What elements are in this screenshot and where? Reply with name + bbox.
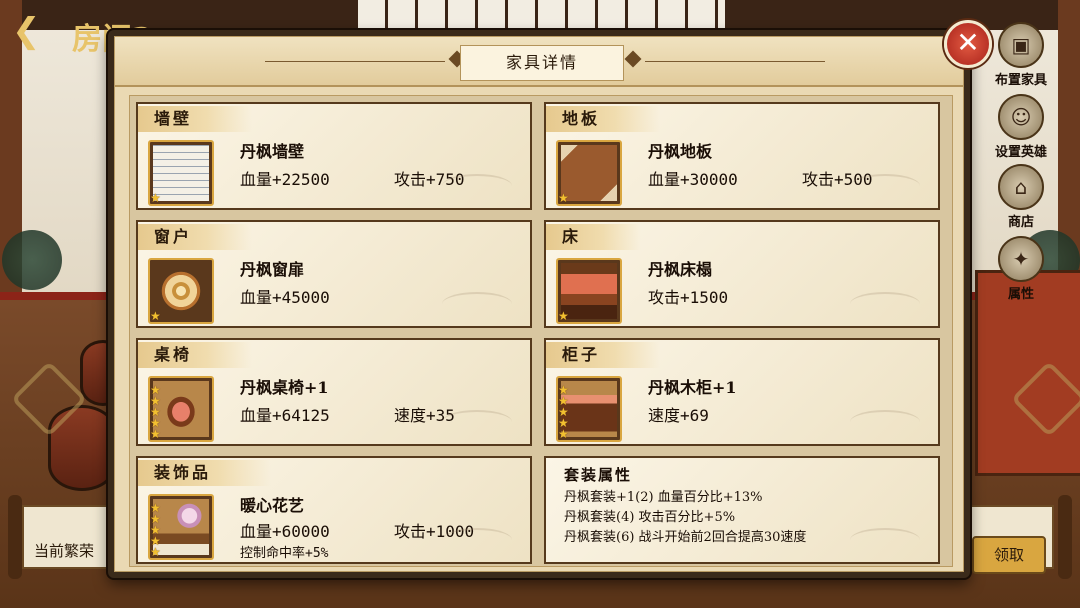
furniture-detail-dialog: 家具详情 墙壁 ★ 丹枫墙壁 血量+22500 攻击+750 地板 ★ 丹枫地板… — [108, 30, 970, 578]
item-stat: 攻击+1500 — [648, 288, 729, 307]
furniture-card-cabinet: 柜子 ★ ★ ★ ★ ★ 丹枫木柜+1 速度+69 — [544, 338, 940, 446]
item-name: 丹枫窗扉 — [240, 260, 305, 279]
scroll-roll — [8, 495, 22, 579]
furniture-card-floor: 地板 ★ 丹枫地板 血量+30000 攻击+500 — [544, 102, 940, 210]
header-divider — [265, 61, 445, 62]
attribute-icon: ✦ — [998, 236, 1044, 282]
side-menu-label: 设置英雄 — [994, 145, 1047, 160]
header-ornament — [624, 50, 642, 68]
side-menu-label: 商店 — [1007, 215, 1034, 230]
background-plant — [2, 230, 62, 290]
furniture-card-table-chair: 桌椅 ★ ★ ★ ★ ★ 丹枫桌椅+1 血量+64125 速度+35 — [136, 338, 532, 446]
star-rating: ★ — [150, 191, 161, 205]
window-icon[interactable]: ★ — [148, 258, 214, 324]
item-stat: 攻击+1000 — [394, 522, 475, 541]
item-name: 丹枫床榻 — [648, 260, 713, 279]
set-bonus-line: 丹枫套装(6) 战斗开始前2回合提高30速度 — [564, 530, 807, 545]
furniture-card-decoration: 装饰品 ★ ★ ★ ★ ★ 暖心花艺 血量+60000 攻击+1000 控制命中率+5% — [136, 456, 532, 564]
table-icon: ▣ — [998, 22, 1044, 68]
shop-icon: ⌂ — [998, 164, 1044, 210]
item-stat: 血量+45000 — [240, 288, 330, 307]
scroll-roll — [1058, 495, 1072, 579]
side-menu-arrange-furniture[interactable]: ▣ 布置家具 — [988, 22, 1054, 88]
star-rating: ★ — [150, 309, 161, 323]
item-stat: 攻击+500 — [802, 170, 873, 189]
item-name: 丹枫木柜+1 — [648, 378, 737, 397]
back-arrow-icon[interactable]: ❮ — [12, 14, 48, 50]
header-divider — [645, 61, 825, 62]
side-menu-label: 布置家具 — [994, 73, 1047, 88]
item-name: 丹枫桌椅+1 — [240, 378, 329, 397]
furniture-card-wall: 墙壁 ★ 丹枫墙壁 血量+22500 攻击+750 — [136, 102, 532, 210]
item-stat: 血量+64125 — [240, 406, 330, 425]
item-name: 暖心花艺 — [240, 496, 305, 515]
side-menu-set-hero[interactable]: ☺ 设置英雄 — [988, 94, 1054, 160]
side-menu-label: 属性 — [1007, 287, 1034, 302]
star-rating: ★ ★ ★ ★ ★ — [150, 383, 161, 441]
item-stat: 攻击+750 — [394, 170, 465, 189]
item-stat: 血量+30000 — [648, 170, 738, 189]
card-category: 柜子 — [546, 342, 661, 368]
item-stat-extra: 控制命中率+5% — [240, 546, 329, 561]
side-menu-attributes[interactable]: ✦ 属性 — [988, 236, 1054, 302]
prosperity-label: 当前繁荣 — [34, 542, 95, 560]
cabinet-icon[interactable]: ★ ★ ★ ★ ★ — [556, 376, 622, 442]
card-category: 窗户 — [138, 224, 253, 250]
card-category: 装饰品 — [138, 460, 272, 486]
hero-icon: ☺ — [998, 94, 1044, 140]
bed-icon[interactable]: ★ — [556, 258, 622, 324]
dialog-title: 家具详情 — [460, 45, 624, 81]
close-icon[interactable]: ✕ — [944, 20, 992, 68]
set-bonus-line: 丹枫套装(4) 攻击百分比+5% — [564, 510, 736, 525]
item-stat: 速度+35 — [394, 406, 455, 425]
set-bonus-title: 套装属性 — [564, 466, 633, 484]
item-name: 丹枫墙壁 — [240, 142, 305, 161]
card-category: 床 — [546, 224, 642, 250]
side-menu-shop[interactable]: ⌂ 商店 — [988, 164, 1054, 230]
furniture-card-window: 窗户 ★ 丹枫窗扉 血量+45000 — [136, 220, 532, 328]
item-name: 丹枫地板 — [648, 142, 713, 161]
dialog-body: 家具详情 墙壁 ★ 丹枫墙壁 血量+22500 攻击+750 地板 ★ 丹枫地板… — [114, 36, 964, 572]
set-bonus-line: 丹枫套装+1(2) 血量百分比+13% — [564, 490, 763, 505]
wall-icon[interactable]: ★ — [148, 140, 214, 206]
star-rating: ★ ★ ★ ★ ★ — [150, 501, 161, 559]
item-stat: 血量+60000 — [240, 522, 330, 541]
claim-button[interactable]: 领取 — [972, 536, 1046, 574]
dialog-header: 家具详情 — [115, 37, 963, 87]
floor-icon[interactable]: ★ — [556, 140, 622, 206]
card-category: 桌椅 — [138, 342, 253, 368]
star-rating: ★ — [558, 309, 569, 323]
table-chair-icon[interactable]: ★ ★ ★ ★ ★ — [148, 376, 214, 442]
item-stat: 速度+69 — [648, 406, 709, 425]
star-rating: ★ ★ ★ ★ ★ — [558, 383, 569, 441]
card-category: 墙壁 — [138, 106, 253, 132]
furniture-grid: 墙壁 ★ 丹枫墙壁 血量+22500 攻击+750 地板 ★ 丹枫地板 血量+3… — [129, 95, 953, 567]
star-rating: ★ — [558, 191, 569, 205]
item-stat: 血量+22500 — [240, 170, 330, 189]
background-window — [355, 0, 725, 30]
flower-decor-icon[interactable]: ★ ★ ★ ★ ★ — [148, 494, 214, 560]
set-bonus-card: 套装属性 丹枫套装+1(2) 血量百分比+13% 丹枫套装(4) 攻击百分比+5… — [544, 456, 940, 564]
card-category: 地板 — [546, 106, 661, 132]
furniture-card-bed: 床 ★ 丹枫床榻 攻击+1500 — [544, 220, 940, 328]
